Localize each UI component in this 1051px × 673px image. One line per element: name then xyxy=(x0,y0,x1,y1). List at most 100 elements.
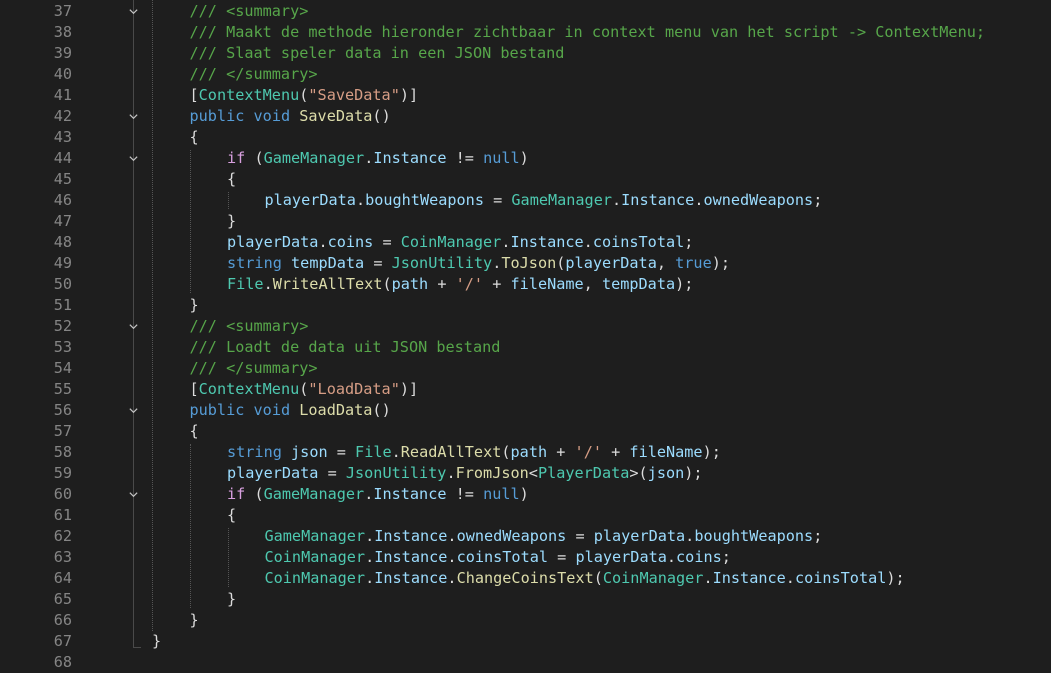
code-line[interactable]: 59 playerData = JsonUtility.FromJson<Play… xyxy=(0,463,1051,484)
code-content: File.WriteAllText(path + '/' + fileName,… xyxy=(227,274,693,295)
identifier-token: coinsTotal xyxy=(592,233,685,251)
code-line[interactable]: 54 /// </summary> xyxy=(0,358,1051,379)
code-line[interactable]: 39 /// Slaat speler data in een JSON best… xyxy=(0,43,1051,64)
punctuation-token: . xyxy=(355,191,366,209)
chevron-down-icon[interactable] xyxy=(124,316,142,337)
punctuation-token: . xyxy=(365,548,375,566)
code-line[interactable]: 37 /// <summary> xyxy=(0,1,1051,22)
code-line[interactable]: 63 CoinManager.Instance.coinsTotal = play… xyxy=(0,547,1051,568)
punctuation-token: = xyxy=(364,254,392,272)
identifier-token: path xyxy=(510,443,548,461)
comment-token: /// </summary> xyxy=(189,359,318,377)
chevron-down-icon[interactable] xyxy=(124,148,142,169)
chevron-down-icon[interactable] xyxy=(124,400,142,421)
identifier-token: json xyxy=(647,464,685,482)
punctuation-token xyxy=(282,443,291,461)
code-line[interactable]: 66} xyxy=(0,610,1051,631)
line-number: 53 xyxy=(53,338,72,356)
punctuation-token: + xyxy=(601,443,630,461)
code-content: /// Loadt de data uit JSON bestand xyxy=(190,337,501,358)
method-name-token: ToJson xyxy=(501,254,557,272)
punctuation-token: { xyxy=(227,506,237,524)
code-content: { xyxy=(227,505,236,526)
code-line[interactable]: 52 /// <summary> xyxy=(0,316,1051,337)
code-line[interactable]: 56 public void LoadData() xyxy=(0,400,1051,421)
code-line[interactable]: 42 public void SaveData() xyxy=(0,106,1051,127)
punctuation-token: = xyxy=(548,548,576,566)
code-line[interactable]: 60 if (GameManager.Instance != null) xyxy=(0,484,1051,505)
code-line[interactable]: 65} xyxy=(0,589,1051,610)
line-number: 49 xyxy=(53,254,72,272)
type-name-token: File xyxy=(227,275,264,293)
punctuation-token xyxy=(290,107,299,125)
code-line[interactable]: 45 { xyxy=(0,169,1051,190)
code-line[interactable]: 57 { xyxy=(0,421,1051,442)
identifier-token: ownedWeapons xyxy=(456,527,567,545)
code-line[interactable]: 61 { xyxy=(0,505,1051,526)
identifier-token: Instance xyxy=(373,485,447,503)
type-name-token: CoinManager xyxy=(400,233,502,251)
code-line[interactable]: 51} xyxy=(0,295,1051,316)
punctuation-token: ); xyxy=(702,443,721,461)
keyword-token: true xyxy=(675,254,712,272)
code-line[interactable]: 46 playerData.boughtWeapons = GameManager… xyxy=(0,190,1051,211)
method-name-token: WriteAllText xyxy=(272,275,383,293)
code-line[interactable]: 49 string tempData = JsonUtility.ToJson(p… xyxy=(0,253,1051,274)
line-number: 44 xyxy=(53,149,72,167)
comment-token: /// <summary> xyxy=(189,317,309,335)
code-line[interactable]: 68 xyxy=(0,652,1051,673)
punctuation-token: . xyxy=(785,569,795,587)
punctuation-token: . xyxy=(666,548,677,566)
code-line[interactable]: 38 /// Maakt de methode hieronder zichtba… xyxy=(0,22,1051,43)
identifier-token: path xyxy=(391,275,429,293)
punctuation-token: < xyxy=(528,464,538,482)
code-line[interactable]: 44 if (GameManager.Instance != null) xyxy=(0,148,1051,169)
punctuation-token: { xyxy=(189,128,199,146)
punctuation-token: , xyxy=(656,254,676,272)
line-number: 47 xyxy=(53,212,72,230)
comment-token: /// </summary> xyxy=(189,65,318,83)
chevron-down-icon[interactable] xyxy=(124,484,142,505)
code-content: /// </summary> xyxy=(190,64,318,85)
code-line[interactable]: 67} xyxy=(0,631,1051,652)
code-line[interactable]: 43 { xyxy=(0,127,1051,148)
punctuation-token: )] xyxy=(399,380,419,398)
code-content: playerData.boughtWeapons = GameManager.I… xyxy=(265,190,823,211)
identifier-token: Instance xyxy=(374,569,448,587)
punctuation-token: } xyxy=(227,590,237,608)
chevron-down-icon[interactable] xyxy=(124,1,142,22)
code-line[interactable]: 64 CoinManager.Instance.ChangeCoinsText(C… xyxy=(0,568,1051,589)
punctuation-token: ); xyxy=(684,464,703,482)
line-number: 61 xyxy=(53,506,72,524)
punctuation-token: ( xyxy=(382,275,392,293)
code-content: [ContextMenu("SaveData")] xyxy=(190,85,419,106)
type-name-token: JsonUtility xyxy=(345,464,447,482)
code-line[interactable]: 47} xyxy=(0,211,1051,232)
code-line[interactable]: 53 /// Loadt de data uit JSON bestand xyxy=(0,337,1051,358)
identifier-token: playerData xyxy=(593,527,686,545)
code-line[interactable]: 50 File.WriteAllText(path + '/' + fileNam… xyxy=(0,274,1051,295)
method-name-token: SaveData xyxy=(299,107,373,125)
punctuation-token: . xyxy=(501,233,511,251)
code-line[interactable]: 55 [ContextMenu("LoadData")] xyxy=(0,379,1051,400)
code-line[interactable]: 41 [ContextMenu("SaveData")] xyxy=(0,85,1051,106)
punctuation-token: . xyxy=(364,485,374,503)
code-content: } xyxy=(227,589,236,610)
code-line[interactable]: 58 string json = File.ReadAllText(path + … xyxy=(0,442,1051,463)
code-line[interactable]: 62 GameManager.Instance.ownedWeapons = pl… xyxy=(0,526,1051,547)
string-literal-token: "LoadData" xyxy=(308,380,400,398)
code-line[interactable]: 40 /// </summary> xyxy=(0,64,1051,85)
code-content: string tempData = JsonUtility.ToJson(pla… xyxy=(227,253,730,274)
punctuation-token: [ xyxy=(189,380,199,398)
keyword-token: void xyxy=(253,401,291,419)
code-line[interactable]: 48 playerData.coins = CoinManager.Instanc… xyxy=(0,232,1051,253)
line-number: 50 xyxy=(53,275,72,293)
identifier-token: playerData xyxy=(227,233,319,251)
punctuation-token: + xyxy=(483,275,511,293)
keyword-token: void xyxy=(253,107,291,125)
keyword-token: string xyxy=(227,443,282,461)
identifier-token: Instance xyxy=(374,548,448,566)
line-number: 42 xyxy=(53,107,72,125)
identifier-token: Instance xyxy=(510,233,584,251)
chevron-down-icon[interactable] xyxy=(124,106,142,127)
